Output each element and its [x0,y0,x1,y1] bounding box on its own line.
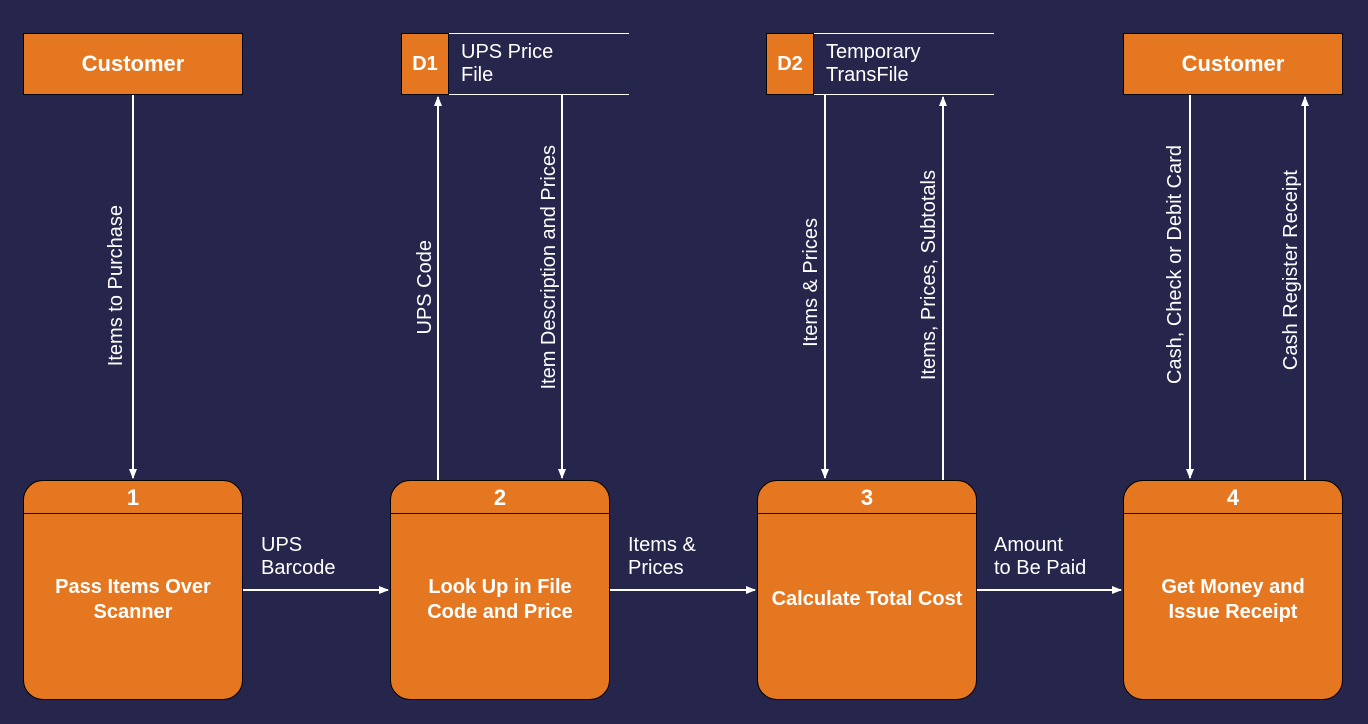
process-number: 2 [391,481,609,514]
datastore-label: UPS Price File [449,33,629,95]
process-3: 3 Calculate Total Cost [757,480,977,700]
entity-customer-left: Customer [23,33,243,95]
process-1: 1 Pass Items Over Scanner [23,480,243,700]
process-number: 3 [758,481,976,514]
datastore-id: D2 [766,33,814,95]
datastore-id: D1 [401,33,449,95]
flow-items-prices-v: Items & Prices [800,218,823,347]
flow-items-prices-subtotals: Items, Prices, Subtotals [918,170,941,380]
flow-cash-check-debit: Cash, Check or Debit Card [1164,145,1187,384]
flow-cash-register-receipt: Cash Register Receipt [1280,170,1303,370]
process-label: Get Money and Issue Receipt [1124,514,1342,699]
entity-label: Customer [82,51,185,77]
datastore-d2: D2 Temporary TransFile [766,33,994,95]
process-label: Pass Items Over Scanner [24,514,242,699]
datastore-label: Temporary TransFile [814,33,994,95]
flow-ups-barcode: UPS Barcode [261,534,336,580]
flow-amount-to-be-paid: Amount to Be Paid [994,534,1086,580]
flow-items-to-purchase: Items to Purchase [105,205,128,366]
flow-items-prices-h: Items & Prices [628,534,696,580]
flow-ups-code: UPS Code [414,240,437,335]
process-label: Look Up in File Code and Price [391,514,609,699]
process-4: 4 Get Money and Issue Receipt [1123,480,1343,700]
entity-customer-right: Customer [1123,33,1343,95]
process-2: 2 Look Up in File Code and Price [390,480,610,700]
process-number: 1 [24,481,242,514]
process-label: Calculate Total Cost [758,514,976,699]
datastore-d1: D1 UPS Price File [401,33,629,95]
flow-item-desc-prices: Item Description and Prices [538,145,561,390]
process-number: 4 [1124,481,1342,514]
entity-label: Customer [1182,51,1285,77]
